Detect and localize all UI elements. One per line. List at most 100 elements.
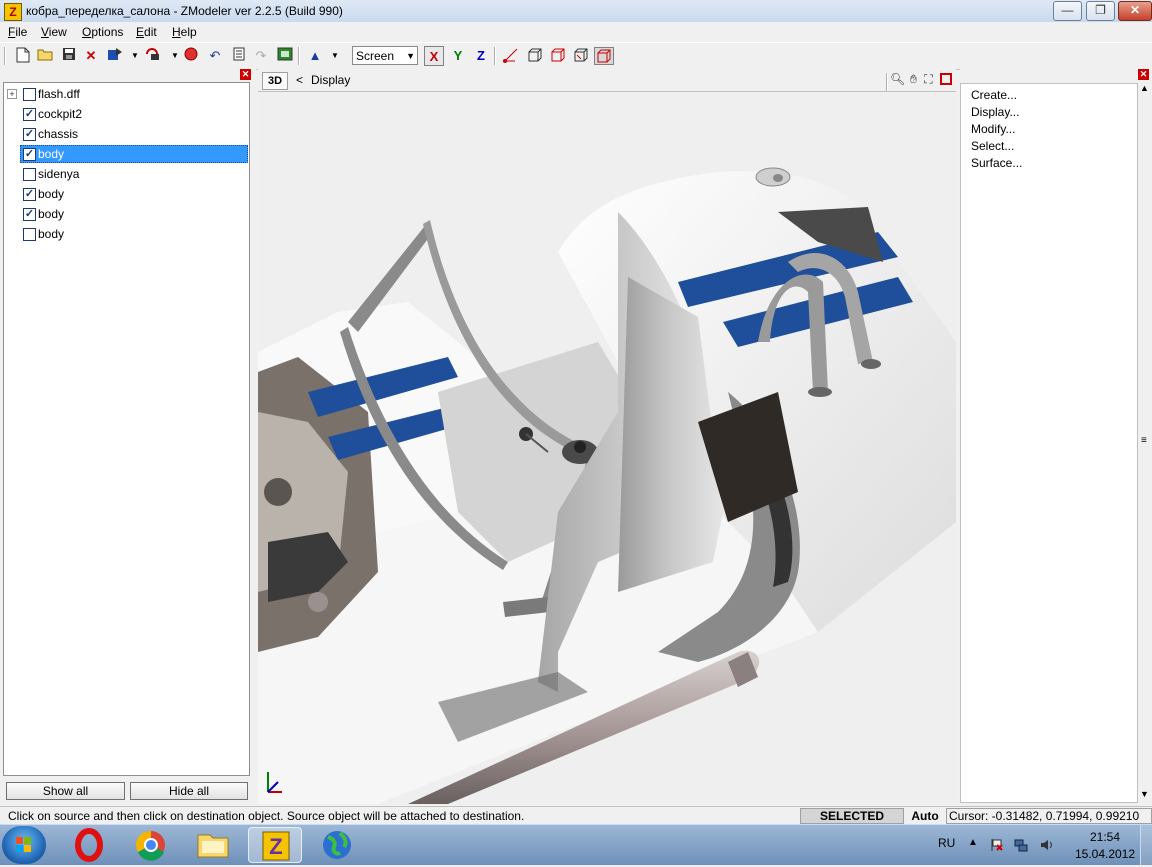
zmodeler-icon[interactable]: Z bbox=[248, 827, 302, 863]
tree-item[interactable]: ✓ chassis bbox=[4, 124, 249, 144]
window-title: кобра_переделка_салона - ZModeler ver 2.… bbox=[26, 4, 343, 18]
menu-options[interactable]: Options bbox=[82, 25, 123, 39]
explorer-icon[interactable] bbox=[186, 827, 240, 863]
zoom-icon[interactable]: 🔍︎ bbox=[890, 72, 905, 87]
command-scrollbar[interactable]: ▲ ≡ ▼ bbox=[1138, 83, 1152, 803]
select-object-icon[interactable] bbox=[549, 47, 567, 65]
menu-view[interactable]: View bbox=[41, 25, 67, 39]
selection-mode-indicator[interactable]: SELECTED MODE bbox=[800, 808, 904, 837]
coord-system-select[interactable]: Screen ▼ bbox=[352, 46, 418, 65]
auto-mode-indicator[interactable]: Auto bbox=[906, 808, 944, 824]
toolbar-grip bbox=[4, 47, 6, 65]
show-all-button[interactable]: Show all bbox=[6, 782, 125, 800]
display-command[interactable]: Display... bbox=[971, 105, 1019, 119]
viewport-header: 3D < Display 🔍︎ ✋︎ ⛶ bbox=[258, 69, 956, 92]
axis-z-toggle[interactable]: Z bbox=[471, 46, 491, 66]
clock-date[interactable]: 15.04.2012 bbox=[1070, 847, 1140, 861]
axis-y-toggle[interactable]: Y bbox=[448, 46, 468, 66]
surface-command[interactable]: Surface... bbox=[971, 156, 1022, 170]
tree-item[interactable]: ✓ body bbox=[4, 184, 249, 204]
volume-icon[interactable] bbox=[1040, 838, 1054, 852]
network-icon[interactable] bbox=[1014, 838, 1028, 852]
command-list: Create... Display... Modify... Select...… bbox=[960, 83, 1138, 803]
redo-icon[interactable]: ↷ bbox=[252, 47, 270, 65]
pan-hand-icon[interactable]: ✋︎ bbox=[906, 72, 921, 87]
menu-help[interactable]: Help bbox=[172, 25, 197, 39]
visibility-checkbox[interactable]: ✓ bbox=[23, 128, 36, 141]
viewport-canvas[interactable] bbox=[258, 92, 956, 804]
maximize-button[interactable]: ❐ bbox=[1086, 1, 1115, 21]
tree-item[interactable]: ✓ body bbox=[4, 204, 249, 224]
scroll-down-icon[interactable]: ▼ bbox=[1140, 789, 1149, 799]
axis-x-toggle[interactable]: X bbox=[424, 46, 444, 66]
tree-item[interactable]: ✓ cockpit2 bbox=[4, 104, 249, 124]
cursor-coordinates: Cursor: -0.31482, 0.71994, 0.99210 bbox=[946, 808, 1152, 824]
select-group-icon[interactable] bbox=[572, 47, 590, 65]
view-type-button[interactable]: 3D bbox=[262, 72, 288, 90]
export-icon[interactable] bbox=[144, 47, 162, 65]
new-file-icon[interactable] bbox=[14, 47, 32, 65]
show-desktop-button[interactable] bbox=[1140, 825, 1152, 865]
close-button[interactable]: ✕ bbox=[1118, 1, 1152, 21]
flag-icon[interactable] bbox=[990, 838, 1004, 852]
close-icon[interactable]: ✕ bbox=[1138, 69, 1149, 80]
expand-icon[interactable]: + bbox=[7, 89, 17, 99]
close-icon[interactable]: ✕ bbox=[240, 69, 251, 80]
viewport-frame-icon[interactable] bbox=[940, 73, 952, 85]
save-icon[interactable] bbox=[60, 47, 78, 65]
tree-item-label: body bbox=[38, 187, 65, 201]
visibility-checkbox[interactable]: ✓ bbox=[23, 108, 36, 121]
visibility-checkbox[interactable] bbox=[23, 168, 36, 181]
select-face-icon[interactable] bbox=[526, 47, 544, 65]
clock-time[interactable]: 21:54 bbox=[1080, 830, 1130, 844]
start-button[interactable] bbox=[2, 826, 46, 864]
render-icon[interactable] bbox=[276, 47, 294, 65]
back-arrow[interactable]: < bbox=[296, 73, 303, 87]
record-icon[interactable] bbox=[182, 47, 200, 65]
import-icon[interactable] bbox=[106, 47, 124, 65]
menu-bar: File View Options Edit Help bbox=[0, 22, 1152, 41]
maximize-view-icon[interactable]: ⛶ bbox=[921, 72, 936, 87]
tree-item[interactable]: body bbox=[4, 224, 249, 244]
minimize-button[interactable]: — bbox=[1053, 1, 1082, 21]
viewport-3d[interactable]: 3D < Display 🔍︎ ✋︎ ⛶ bbox=[258, 69, 956, 804]
create-command[interactable]: Create... bbox=[971, 88, 1017, 102]
scroll-grip-icon[interactable]: ≡ bbox=[1141, 435, 1147, 446]
car-model-render[interactable] bbox=[258, 92, 956, 804]
language-indicator[interactable]: RU bbox=[938, 836, 955, 850]
select-vertex-icon[interactable] bbox=[502, 47, 520, 65]
tree-item[interactable]: sidenya bbox=[4, 164, 249, 184]
visibility-checkbox[interactable] bbox=[23, 88, 36, 101]
visibility-checkbox[interactable]: ✓ bbox=[23, 208, 36, 221]
menu-file[interactable]: File bbox=[8, 25, 27, 39]
chevron-down-icon: ▼ bbox=[406, 51, 415, 61]
properties-icon[interactable] bbox=[230, 47, 248, 65]
scroll-up-icon[interactable]: ▲ bbox=[1140, 83, 1149, 93]
visibility-checkbox[interactable] bbox=[23, 228, 36, 241]
windows-taskbar: Z RU ▲ 21:54 15.04.2012 bbox=[0, 824, 1152, 865]
globe-icon[interactable] bbox=[310, 827, 364, 863]
select-command[interactable]: Select... bbox=[971, 139, 1014, 153]
undo-icon[interactable]: ↶ bbox=[206, 47, 224, 65]
modify-command[interactable]: Modify... bbox=[971, 122, 1015, 136]
opera-icon[interactable] bbox=[62, 827, 116, 863]
visibility-checkbox[interactable]: ✓ bbox=[23, 188, 36, 201]
scene-tree-panel: ✕ + flash.dff ✓ cockpit2 ✓ chassis ✓ bod… bbox=[0, 69, 256, 804]
snap-dropdown-icon[interactable]: ▼ bbox=[326, 47, 344, 65]
viewport-separator bbox=[886, 73, 888, 91]
visibility-checkbox[interactable]: ✓ bbox=[23, 148, 36, 161]
tree-item-selected[interactable]: ✓ body bbox=[4, 144, 249, 164]
tree-item-label: chassis bbox=[38, 127, 79, 141]
delete-icon[interactable]: ✕ bbox=[82, 47, 100, 65]
viewport-mode-label[interactable]: Display bbox=[311, 73, 350, 87]
select-all-icon[interactable] bbox=[594, 47, 614, 65]
open-folder-icon[interactable] bbox=[36, 47, 54, 65]
zmodeler-app-icon[interactable]: Z bbox=[4, 3, 22, 21]
import-dropdown-icon[interactable]: ▼ bbox=[126, 47, 144, 65]
hide-all-button[interactable]: Hide all bbox=[130, 782, 248, 800]
menu-edit[interactable]: Edit bbox=[136, 25, 157, 39]
chrome-icon[interactable] bbox=[124, 827, 178, 863]
snap-icon[interactable]: ▲ bbox=[306, 47, 324, 65]
tree-item[interactable]: + flash.dff bbox=[4, 84, 249, 104]
tray-expand-icon[interactable]: ▲ bbox=[968, 837, 978, 848]
